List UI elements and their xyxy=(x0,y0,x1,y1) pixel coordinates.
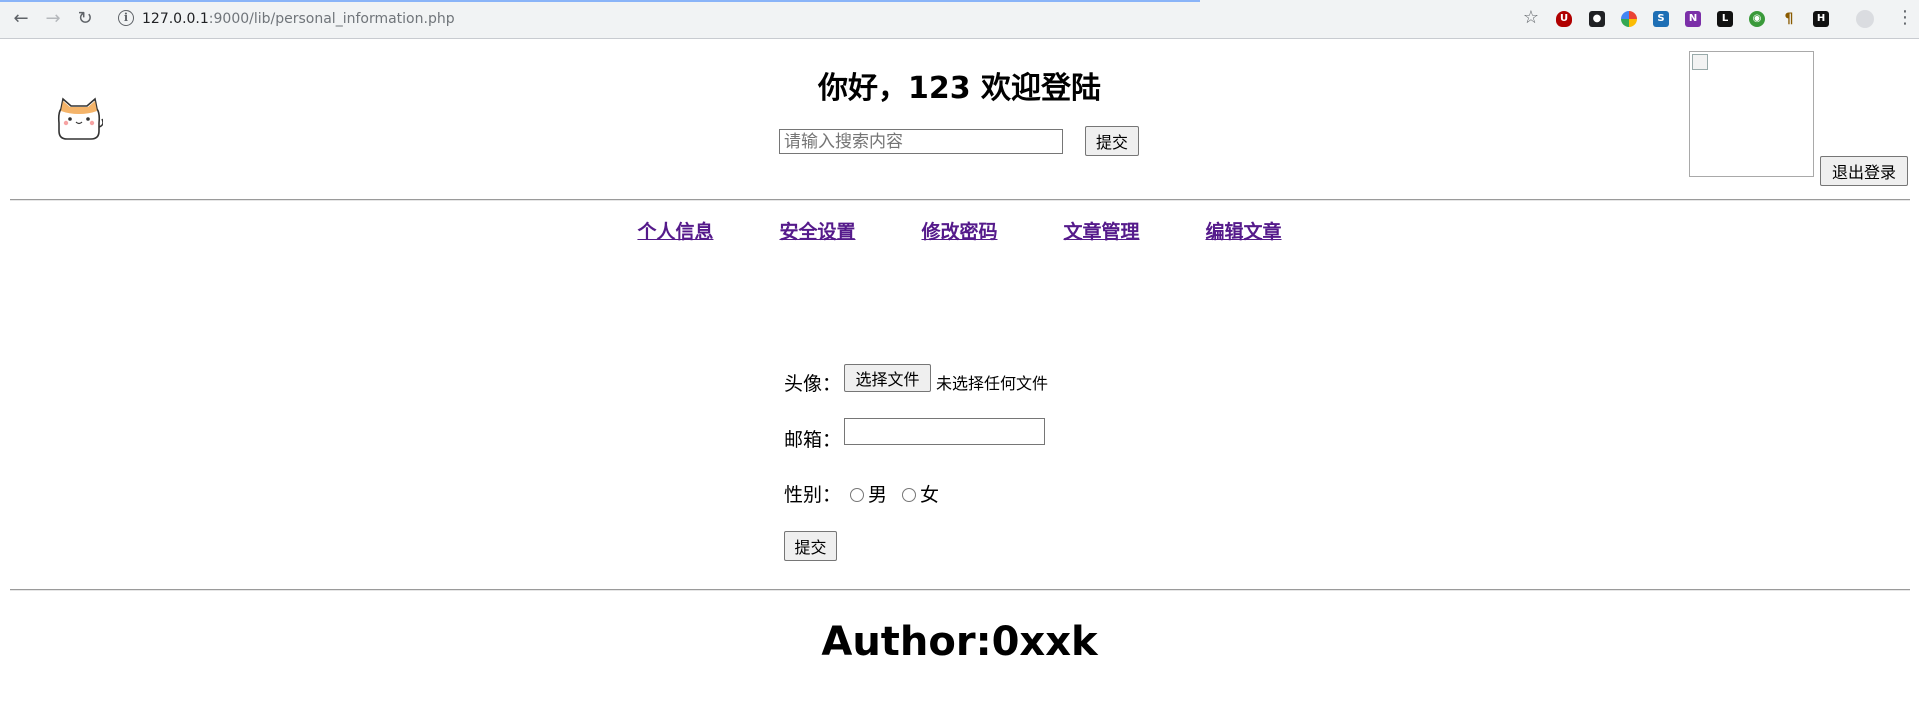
url-path: :9000/lib/personal_information.php xyxy=(208,11,455,27)
main-nav: 个人信息 安全设置 修改密码 文章管理 编辑文章 xyxy=(0,217,1919,244)
site-info-icon[interactable]: i xyxy=(118,10,134,26)
nav-link-security-settings[interactable]: 安全设置 xyxy=(779,221,855,243)
s-extension-icon[interactable]: S xyxy=(1653,11,1669,27)
ublock-extension-icon[interactable]: U xyxy=(1556,11,1572,27)
radio-female[interactable] xyxy=(902,488,916,502)
page-content: 你好，123 欢迎登陆 提交 退出登录 个人信息 安全设置 修改密码 文章管理 编辑文章… xyxy=(0,39,1919,701)
address-bar[interactable]: i 127.0.0.1:9000/lib/personal_informatio… xyxy=(108,4,1539,34)
nav-link-edit-article[interactable]: 编辑文章 xyxy=(1206,221,1282,243)
loading-bar xyxy=(0,0,1200,2)
choose-file-button[interactable]: 选择文件 xyxy=(844,364,931,392)
gender-label: 性别： xyxy=(784,484,842,506)
greeting-title: 你好，123 欢迎登陆 xyxy=(817,71,1102,106)
forward-arrow-icon[interactable]: → xyxy=(41,7,65,31)
bookmark-star-icon[interactable]: ☆ xyxy=(1523,7,1539,28)
search-input[interactable] xyxy=(779,129,1063,154)
divider xyxy=(10,589,1910,591)
gender-option-female[interactable]: 女 xyxy=(902,480,939,507)
divider xyxy=(10,199,1910,201)
nav-link-change-password[interactable]: 修改密码 xyxy=(921,221,997,243)
form-submit-button[interactable]: 提交 xyxy=(784,531,837,561)
url-host: 127.0.0.1 xyxy=(142,11,209,27)
gender-male-label: 男 xyxy=(868,484,888,506)
l-extension-icon[interactable]: L xyxy=(1717,11,1733,27)
back-arrow-icon[interactable]: ← xyxy=(9,7,33,31)
email-field[interactable] xyxy=(844,418,1045,445)
more-menu-icon[interactable]: ⋮ xyxy=(1896,7,1914,28)
globe-extension-icon[interactable]: ◉ xyxy=(1749,11,1765,27)
no-file-text: 未选择任何文件 xyxy=(936,374,1049,393)
ghost-extension-icon[interactable]: ● xyxy=(1589,11,1605,27)
chrome-extension-icon[interactable] xyxy=(1621,11,1637,27)
profile-avatar-icon[interactable] xyxy=(1856,10,1874,28)
gender-female-label: 女 xyxy=(920,484,940,506)
avatar-label: 头像： xyxy=(784,373,842,395)
logout-button[interactable]: 退出登录 xyxy=(1820,156,1908,186)
broken-image-icon xyxy=(1692,54,1708,70)
author-footer: Author:0xxk xyxy=(821,619,1098,665)
reload-icon[interactable]: ↻ xyxy=(73,7,97,31)
gender-option-male[interactable]: 男 xyxy=(850,480,887,507)
browser-toolbar: ← → ↻ i 127.0.0.1:9000/lib/personal_info… xyxy=(0,0,1919,39)
nav-link-personal-info[interactable]: 个人信息 xyxy=(637,221,713,243)
radio-male[interactable] xyxy=(850,488,864,502)
paragraph-extension-icon[interactable]: ¶ xyxy=(1781,11,1797,27)
url-text[interactable]: 127.0.0.1:9000/lib/personal_information.… xyxy=(142,11,455,27)
email-label: 邮箱： xyxy=(784,429,842,451)
h-extension-icon[interactable]: H xyxy=(1813,11,1829,27)
onenote-extension-icon[interactable]: N xyxy=(1685,11,1701,27)
nav-link-article-management[interactable]: 文章管理 xyxy=(1064,221,1140,243)
avatar-image xyxy=(1689,51,1814,177)
search-submit-button[interactable]: 提交 xyxy=(1085,126,1139,156)
